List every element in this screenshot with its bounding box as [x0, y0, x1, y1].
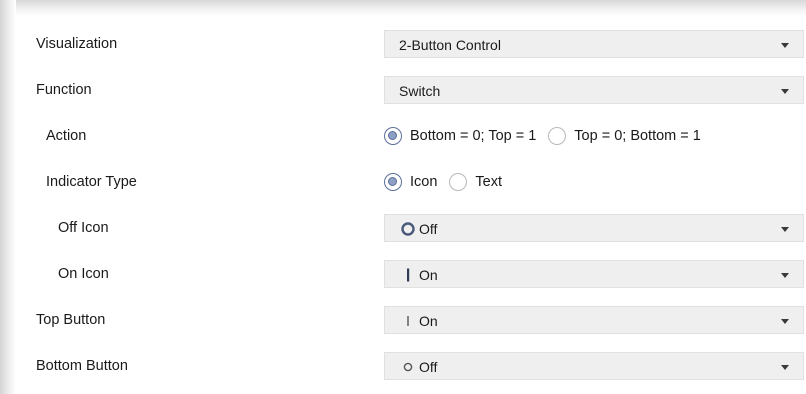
indicator-type-label: Indicator Type — [46, 174, 137, 190]
window-shadow-top — [0, 0, 806, 16]
row-bottom-button: Bottom Button Off — [16, 344, 806, 390]
function-value: Switch — [399, 83, 441, 99]
window-shadow-left — [0, 0, 16, 394]
radio-unchecked-icon[interactable] — [449, 173, 468, 191]
off-icon-select[interactable]: Off — [384, 214, 804, 242]
on-icon-select[interactable]: On — [384, 260, 804, 288]
action-radio-group: Bottom = 0; Top = 1 Top = 0; Bottom = 1 — [384, 124, 713, 148]
chevron-down-icon — [781, 43, 789, 48]
visualization-label: Visualization — [36, 36, 118, 52]
off-icon-label: Off Icon — [58, 220, 109, 236]
row-visualization: Visualization 2-Button Control — [16, 22, 806, 68]
top-button-label: Top Button — [36, 312, 106, 328]
row-function: Function Switch — [16, 68, 806, 114]
radio-unchecked-icon[interactable] — [548, 127, 567, 145]
action-option-label: Top = 0; Bottom = 1 — [574, 128, 701, 144]
row-on-icon: On Icon On — [16, 252, 806, 298]
parameter-panel: Visualization 2-Button Control Function … — [16, 16, 806, 394]
row-indicator-type: Indicator Type Icon Text — [16, 160, 806, 206]
radio-checked-icon[interactable] — [384, 127, 402, 145]
visualization-value: 2-Button Control — [399, 37, 501, 53]
bar-icon — [399, 266, 417, 284]
chevron-down-icon — [781, 365, 789, 370]
radio-checked-icon[interactable] — [384, 173, 402, 191]
on-icon-label: On Icon — [58, 266, 109, 282]
bottom-button-select[interactable]: Off — [384, 352, 804, 380]
indicator-option-icon[interactable]: Icon — [384, 173, 437, 191]
action-option-bottom0-top1[interactable]: Bottom = 0; Top = 1 — [384, 127, 536, 145]
action-label: Action — [46, 128, 87, 144]
off-icon-value: Off — [419, 221, 438, 237]
on-icon-value: On — [419, 267, 438, 283]
bottom-button-value: Off — [419, 359, 438, 375]
row-off-icon: Off Icon Off — [16, 206, 806, 252]
indicator-option-label: Icon — [410, 174, 438, 190]
ring-icon — [399, 220, 417, 238]
indicator-type-radio-group: Icon Text — [384, 170, 514, 194]
function-select[interactable]: Switch — [384, 76, 804, 104]
chevron-down-icon — [781, 273, 789, 278]
parameter-window: Visualization 2-Button Control Function … — [0, 0, 806, 394]
indicator-option-label: Text — [475, 174, 503, 190]
indicator-option-text[interactable]: Text — [449, 173, 502, 191]
chevron-down-icon — [781, 89, 789, 94]
action-option-top0-bottom1[interactable]: Top = 0; Bottom = 1 — [548, 127, 701, 145]
top-button-value: On — [419, 313, 438, 329]
small-ring-icon — [399, 358, 417, 376]
row-action: Action Bottom = 0; Top = 1 Top = 0; Bott… — [16, 114, 806, 160]
function-label: Function — [36, 82, 92, 98]
action-option-label: Bottom = 0; Top = 1 — [410, 128, 537, 144]
chevron-down-icon — [781, 227, 789, 232]
top-button-select[interactable]: On — [384, 306, 804, 334]
bottom-button-label: Bottom Button — [36, 358, 128, 374]
row-top-button: Top Button On — [16, 298, 806, 344]
chevron-down-icon — [781, 319, 789, 324]
visualization-select[interactable]: 2-Button Control — [384, 30, 804, 58]
thin-bar-icon — [399, 312, 417, 330]
